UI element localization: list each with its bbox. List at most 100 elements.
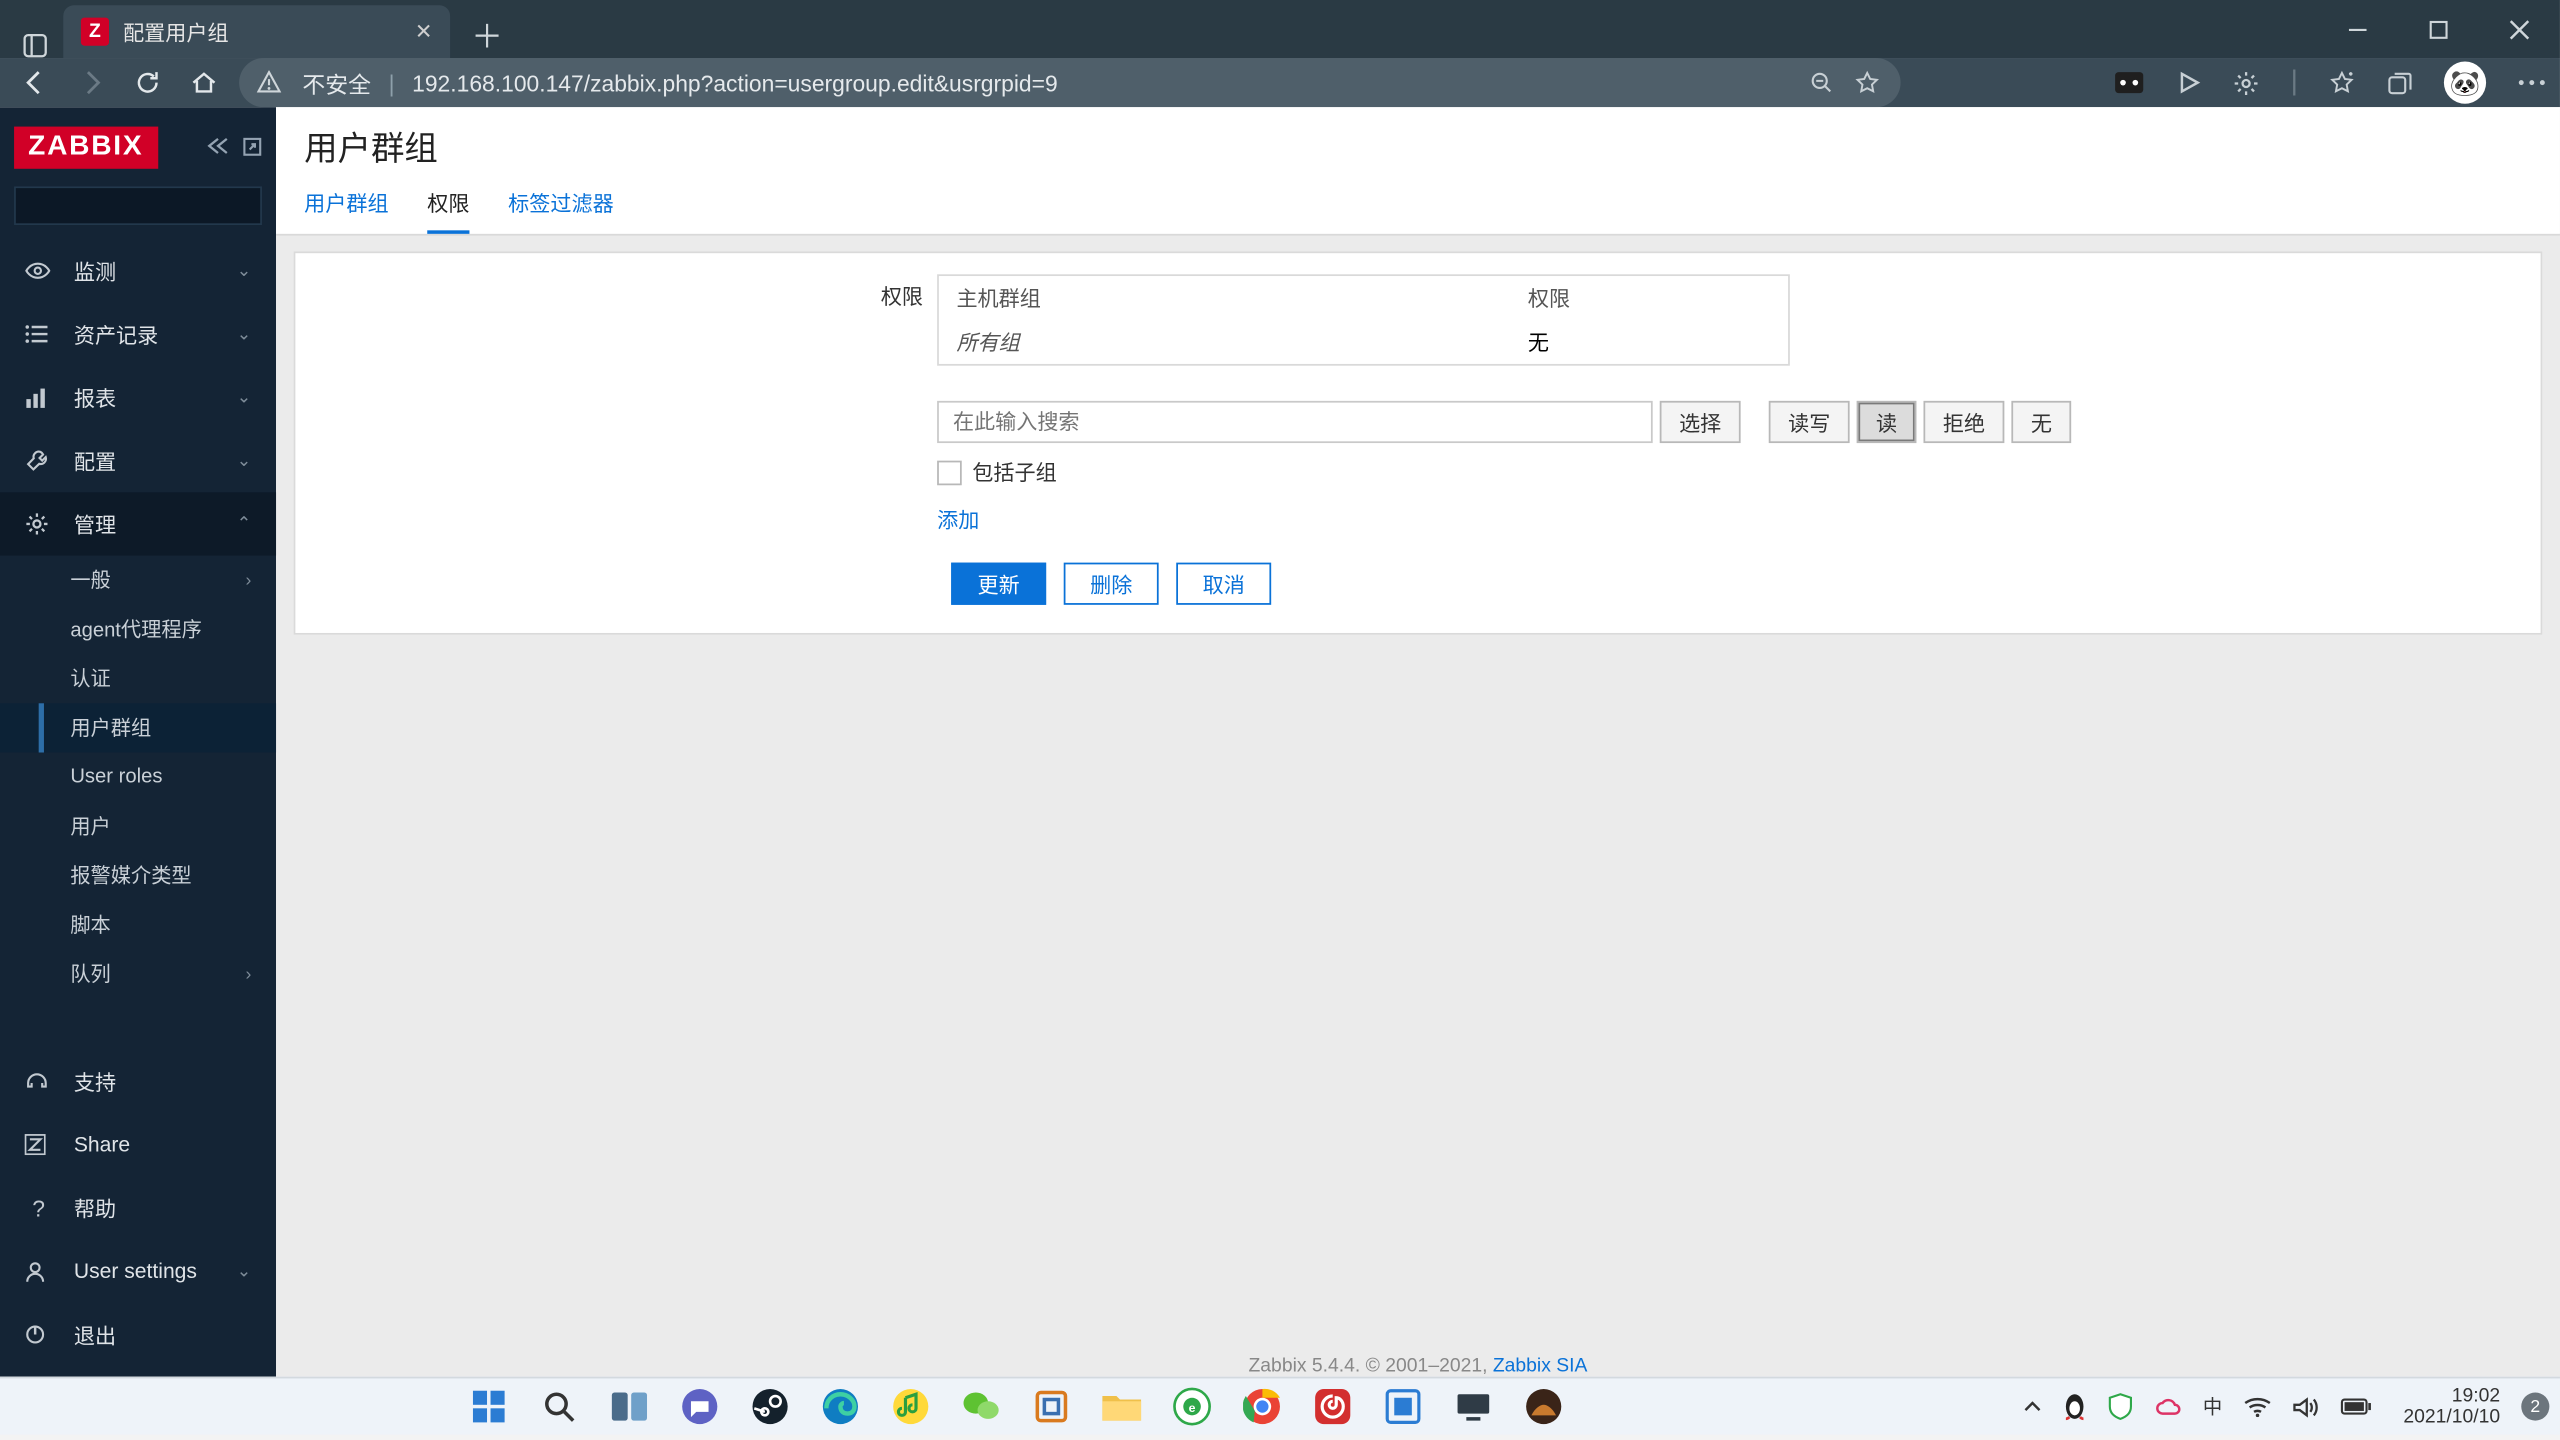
sidebar-search-input[interactable] xyxy=(26,195,276,216)
cloud-tray-icon[interactable] xyxy=(2154,1396,2182,1417)
forward-button[interactable] xyxy=(70,62,112,104)
sub-scripts[interactable]: 脚本 xyxy=(0,900,276,949)
sub-userroles[interactable]: User roles xyxy=(0,753,276,802)
more-icon[interactable] xyxy=(2518,79,2546,86)
qqmusic-icon[interactable] xyxy=(887,1382,936,1431)
sidebar-search[interactable] xyxy=(14,186,262,225)
chevron-down-icon: ⌄ xyxy=(237,261,252,280)
chat-icon[interactable] xyxy=(676,1382,725,1431)
vmware-icon[interactable] xyxy=(1028,1382,1077,1431)
wechat-icon[interactable] xyxy=(957,1382,1006,1431)
sub-users[interactable]: 用户 xyxy=(0,802,276,851)
extension-icon[interactable] xyxy=(2113,70,2145,95)
security-tray-icon[interactable] xyxy=(2108,1392,2133,1420)
hostgroup-search-input[interactable] xyxy=(937,401,1653,443)
window-close-button[interactable] xyxy=(2479,0,2560,58)
qq-tray-icon[interactable] xyxy=(2062,1392,2087,1420)
ime-indicator[interactable]: 中 xyxy=(2203,1392,2222,1420)
gear-icon[interactable] xyxy=(2233,69,2259,95)
perm-deny-button[interactable]: 拒绝 xyxy=(1924,401,2005,443)
nav-usersettings[interactable]: User settings ⌄ xyxy=(0,1240,276,1303)
explorer-icon[interactable] xyxy=(1098,1382,1147,1431)
nav-signout[interactable]: 退出 xyxy=(0,1303,276,1366)
window-maximize-button[interactable] xyxy=(2398,0,2479,58)
sub-general[interactable]: 一般› xyxy=(0,556,276,605)
delete-button[interactable]: 删除 xyxy=(1064,563,1159,605)
z-icon xyxy=(25,1134,53,1155)
browser-tab[interactable]: Z 配置用户组 ✕ xyxy=(63,5,450,58)
start-button[interactable] xyxy=(465,1382,514,1431)
tab-usergroup[interactable]: 用户群组 xyxy=(304,178,388,234)
perm-none-button[interactable]: 无 xyxy=(2011,401,2071,443)
chevron-up-icon: ⌃ xyxy=(237,514,252,533)
sub-authentication[interactable]: 认证 xyxy=(0,654,276,703)
nav-reports[interactable]: 报表 ⌄ xyxy=(0,366,276,429)
steam-icon[interactable] xyxy=(746,1382,795,1431)
sidebar-collapse-icon[interactable] xyxy=(207,137,228,156)
device-icon[interactable] xyxy=(1450,1382,1499,1431)
zabbix-logo[interactable]: ZABBIX xyxy=(14,126,157,168)
tab-tagfilter[interactable]: 标签过滤器 xyxy=(508,178,614,234)
sub-proxies[interactable]: agent代理程序 xyxy=(0,605,276,654)
sub-queue[interactable]: 队列› xyxy=(0,949,276,998)
sidebar-popout-icon[interactable] xyxy=(243,137,262,156)
update-button[interactable]: 更新 xyxy=(951,563,1046,605)
url-text: 192.168.100.147/zabbix.php?action=usergr… xyxy=(412,69,1791,95)
home-button[interactable] xyxy=(183,62,225,104)
netease-icon[interactable] xyxy=(1309,1382,1358,1431)
tab-actions-button[interactable] xyxy=(7,33,63,58)
sandbox-icon[interactable] xyxy=(1379,1382,1428,1431)
nav-inventory[interactable]: 资产记录 ⌄ xyxy=(0,302,276,365)
system-tray: 中 19:02 2021/10/10 2 xyxy=(2024,1385,2550,1428)
sub-mediatypes[interactable]: 报警媒介类型 xyxy=(0,851,276,900)
chevron-down-icon: ⌄ xyxy=(237,324,252,343)
battery-icon[interactable] xyxy=(2340,1398,2372,1416)
include-subgroups-checkbox[interactable] xyxy=(937,460,962,485)
cancel-button[interactable]: 取消 xyxy=(1176,563,1271,605)
wifi-icon[interactable] xyxy=(2243,1396,2271,1417)
edge-icon[interactable] xyxy=(817,1382,866,1431)
nav-label: 监测 xyxy=(74,256,116,286)
select-button[interactable]: 选择 xyxy=(1660,401,1741,443)
add-link[interactable]: 添加 xyxy=(937,505,979,535)
taskview-button[interactable] xyxy=(606,1382,655,1431)
collections-icon[interactable] xyxy=(2386,69,2412,95)
nav-configuration[interactable]: 配置 ⌄ xyxy=(0,429,276,492)
nav-administration[interactable]: 管理 ⌃ xyxy=(0,492,276,555)
tab-permissions[interactable]: 权限 xyxy=(427,178,469,234)
search-button[interactable] xyxy=(535,1382,584,1431)
nav-share[interactable]: Share xyxy=(0,1113,276,1176)
volume-icon[interactable] xyxy=(2293,1395,2319,1418)
chevron-right-icon: › xyxy=(246,964,252,983)
nav-label: 管理 xyxy=(74,509,116,539)
footer-link[interactable]: Zabbix SIA xyxy=(1493,1356,1588,1377)
power-icon xyxy=(25,1324,53,1345)
window-minimize-button[interactable] xyxy=(2317,0,2398,58)
reload-button[interactable] xyxy=(127,62,169,104)
favorite-icon[interactable] xyxy=(1855,70,1883,95)
zoom-icon[interactable] xyxy=(1809,70,1837,95)
address-bar[interactable]: 不安全 | 192.168.100.147/zabbix.php?action=… xyxy=(239,58,1900,107)
user-app-icon[interactable] xyxy=(1520,1382,1569,1431)
new-tab-button[interactable]: ＋ xyxy=(461,12,514,58)
close-icon[interactable]: ✕ xyxy=(415,19,433,44)
table-row: 所有组 无 xyxy=(939,320,1788,364)
nav-monitoring[interactable]: 监测 ⌄ xyxy=(0,239,276,302)
col-permission: 权限 xyxy=(1510,276,1788,320)
tray-chevron-icon[interactable] xyxy=(2024,1401,2042,1412)
profile-avatar[interactable]: 🐼 xyxy=(2444,62,2486,104)
perm-label: 权限 xyxy=(295,274,937,311)
notification-badge[interactable]: 2 xyxy=(2521,1392,2549,1420)
taskbar-clock[interactable]: 19:02 2021/10/10 xyxy=(2403,1385,2500,1428)
perm-readwrite-button[interactable]: 读写 xyxy=(1769,401,1850,443)
form-panel: 权限 主机群组 权限 所有组 无 xyxy=(294,251,2543,634)
sub-usergroups[interactable]: 用户群组 xyxy=(0,703,276,752)
chrome-icon[interactable] xyxy=(1239,1382,1288,1431)
play-icon[interactable] xyxy=(2176,70,2201,95)
nav-support[interactable]: 支持 xyxy=(0,1050,276,1113)
nav-help[interactable]: ? 帮助 xyxy=(0,1176,276,1239)
favorites-icon[interactable] xyxy=(2330,70,2355,95)
perm-read-button[interactable]: 读 xyxy=(1857,401,1917,443)
360-icon[interactable]: e xyxy=(1168,1382,1217,1431)
back-button[interactable] xyxy=(14,62,56,104)
